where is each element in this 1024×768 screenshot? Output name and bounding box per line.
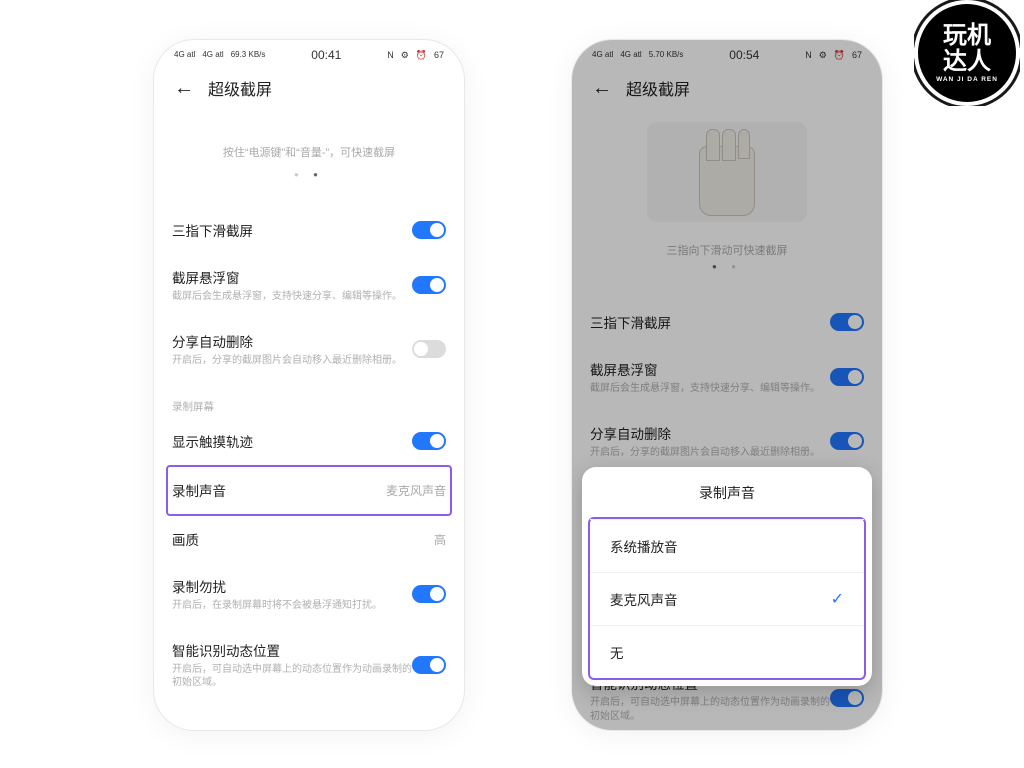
check-icon: ✓ bbox=[831, 589, 844, 609]
setting-label: 三指下滑截屏 bbox=[172, 220, 412, 240]
setting-label: 显示触摸轨迹 bbox=[172, 431, 412, 451]
signal-2: 4G atl bbox=[202, 51, 223, 59]
phone-right: 4G atl 4G atl 5.70 KB/s 00:54 N ⚙ ⏰ 67 ←… bbox=[572, 40, 882, 730]
signal-1: 4G atl bbox=[174, 51, 195, 59]
hint-text: 按住“电源键”和“音量-”，可快速截屏 bbox=[154, 110, 464, 166]
setting-help[interactable]: 使用说明 › bbox=[172, 714, 446, 731]
stamp-sub: WAN JI DA REN bbox=[936, 76, 998, 83]
option-microphone[interactable]: 麦克风声音 ✓ bbox=[590, 572, 864, 625]
watermark-logo: 玩机 达人 WAN JI DA REN bbox=[918, 4, 1016, 102]
toggle[interactable] bbox=[412, 221, 446, 239]
setting-label: 画质 bbox=[172, 529, 434, 549]
toggle[interactable] bbox=[412, 432, 446, 450]
setting-dnd[interactable]: 录制勿扰开启后，在录制屏幕时将不会被悬浮通知打扰。 bbox=[172, 563, 446, 627]
toggle[interactable] bbox=[412, 656, 446, 674]
stamp-line1: 玩机 bbox=[943, 22, 991, 49]
pager-dots[interactable]: ● ● bbox=[154, 166, 464, 207]
status-time: 00:41 bbox=[311, 48, 341, 62]
setting-smart-detect[interactable]: 智能识别动态位置开启后，可自动选中屏幕上的动态位置作为动画录制的初始区域。 bbox=[172, 627, 446, 704]
nfc-icon: N bbox=[387, 50, 394, 60]
sheet-title: 录制声音 bbox=[582, 467, 872, 517]
setting-record-sound[interactable]: 录制声音 麦克风声音 bbox=[172, 467, 446, 514]
setting-sub: 开启后，可自动选中屏幕上的动态位置作为动画录制的初始区域。 bbox=[172, 663, 412, 690]
setting-sub: 开启后，在录制屏幕时将不会被悬浮通知打扰。 bbox=[172, 599, 412, 613]
alarm-icon: ⏰ bbox=[416, 50, 427, 61]
setting-three-finger[interactable]: 三指下滑截屏 bbox=[172, 207, 446, 254]
setting-quality[interactable]: 画质 高 bbox=[172, 516, 446, 563]
chevron-right-icon: › bbox=[441, 729, 446, 731]
phone-left: 4G atl 4G atl 69.3 KB/s 00:41 N ⚙ ⏰ 67 ←… bbox=[154, 40, 464, 730]
battery-icon: 67 bbox=[434, 50, 444, 60]
setting-sub: 开启后，分享的截屏图片会自动移入最近删除相册。 bbox=[172, 354, 412, 368]
option-label: 系统播放音 bbox=[610, 536, 678, 556]
setting-show-touch[interactable]: 显示触摸轨迹 bbox=[172, 418, 446, 465]
page-title: 超级截屏 bbox=[208, 76, 272, 100]
toggle[interactable] bbox=[412, 276, 446, 294]
setting-value: 麦克风声音 bbox=[386, 482, 446, 499]
toggle[interactable] bbox=[412, 340, 446, 358]
section-record: 录制屏幕 bbox=[172, 381, 446, 418]
status-bar: 4G atl 4G atl 69.3 KB/s 00:41 N ⚙ ⏰ 67 bbox=[154, 40, 464, 66]
setting-label: 分享自动删除 bbox=[172, 331, 412, 351]
setting-sub: 截屏后会生成悬浮窗，支持快速分享、编辑等操作。 bbox=[172, 290, 412, 304]
net-speed: 69.3 KB/s bbox=[231, 51, 266, 59]
setting-label: 使用说明 bbox=[172, 727, 441, 731]
setting-label: 录制声音 bbox=[172, 480, 386, 500]
option-system-sound[interactable]: 系统播放音 bbox=[590, 519, 864, 572]
option-none[interactable]: 无 bbox=[590, 625, 864, 678]
bottom-sheet-record-sound: 录制声音 系统播放音 麦克风声音 ✓ 无 bbox=[582, 467, 872, 686]
setting-label: 智能识别动态位置 bbox=[172, 640, 412, 660]
back-icon[interactable]: ← bbox=[174, 78, 194, 98]
option-label: 无 bbox=[610, 642, 624, 662]
option-label: 麦克风声音 bbox=[610, 589, 678, 609]
bt-icon: ⚙ bbox=[401, 50, 409, 61]
highlighted-options: 系统播放音 麦克风声音 ✓ 无 bbox=[588, 517, 866, 680]
toggle[interactable] bbox=[412, 585, 446, 603]
title-bar: ← 超级截屏 bbox=[154, 66, 464, 110]
stamp-line2: 达人 bbox=[943, 48, 991, 75]
setting-auto-delete[interactable]: 分享自动删除开启后，分享的截屏图片会自动移入最近删除相册。 bbox=[172, 318, 446, 382]
setting-value: 高 bbox=[434, 531, 446, 548]
highlighted-setting: 录制声音 麦克风声音 bbox=[166, 465, 452, 516]
setting-label: 截屏悬浮窗 bbox=[172, 267, 412, 287]
setting-floating-window[interactable]: 截屏悬浮窗截屏后会生成悬浮窗，支持快速分享、编辑等操作。 bbox=[172, 254, 446, 318]
setting-label: 录制勿扰 bbox=[172, 576, 412, 596]
